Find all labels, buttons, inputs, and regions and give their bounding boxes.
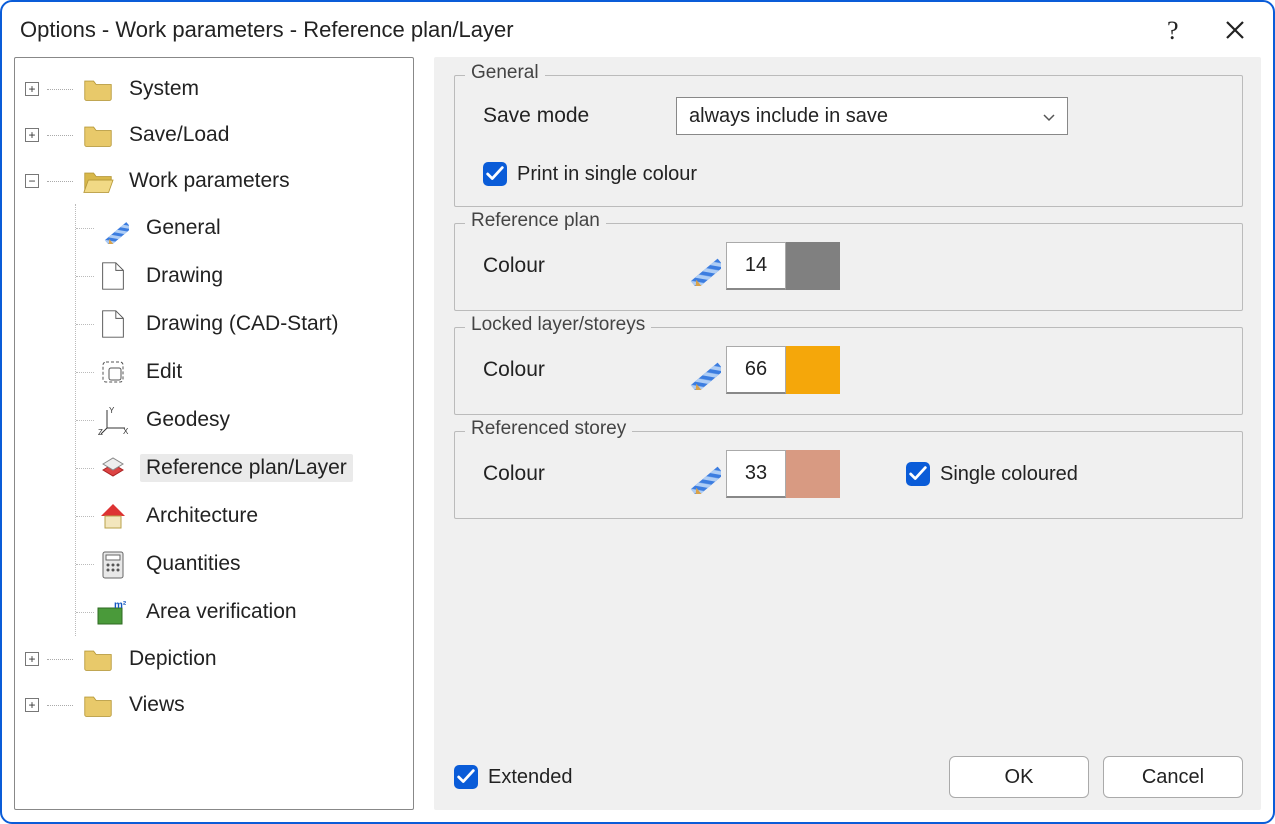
group-legend: Referenced storey — [465, 418, 632, 440]
tree-label: Architecture — [140, 502, 264, 530]
cancel-button[interactable]: Cancel — [1103, 756, 1243, 798]
save-mode-label: Save mode — [483, 104, 658, 128]
group-legend: General — [465, 62, 545, 84]
tree-label: Depiction — [123, 645, 223, 673]
expand-icon[interactable]: + — [25, 82, 39, 96]
colour-index-input[interactable]: 33 — [726, 450, 786, 498]
colour-swatch[interactable] — [786, 346, 840, 394]
tree-label: Views — [123, 691, 191, 719]
folder-icon — [81, 120, 115, 150]
folder-icon — [81, 644, 115, 674]
extended-checkbox[interactable]: Extended — [454, 765, 573, 789]
tree-label: Save/Load — [123, 121, 235, 149]
tree-item-wp-general[interactable]: General — [96, 204, 407, 252]
group-legend: Reference plan — [465, 210, 606, 232]
chevron-down-icon — [1041, 105, 1057, 128]
axes-icon: Y X Z — [96, 405, 130, 435]
checkbox-checked-icon — [906, 462, 930, 486]
tree-item-system[interactable]: + System — [21, 66, 407, 112]
tree-item-wp-edit[interactable]: Edit — [96, 348, 407, 396]
colour-label: Colour — [483, 462, 658, 486]
edit-icon — [96, 357, 130, 387]
settings-panel: General Save mode always include in save… — [434, 57, 1261, 810]
checkbox-label: Print in single colour — [517, 163, 697, 186]
svg-text:Z: Z — [98, 428, 103, 436]
group-locked: Locked layer/storeys Colour 66 — [454, 327, 1243, 415]
tree-item-wp-drawing[interactable]: Drawing — [96, 252, 407, 300]
save-mode-value: always include in save — [689, 105, 888, 128]
colour-swatch[interactable] — [786, 450, 840, 498]
svg-text:X: X — [123, 427, 129, 436]
nav-tree: + System + Save/Load − Work parameters — [14, 57, 414, 810]
tree-label: Reference plan/Layer — [140, 454, 353, 482]
tree-label: Geodesy — [140, 406, 236, 434]
colour-swatch[interactable] — [786, 242, 840, 290]
help-icon[interactable]: ? — [1159, 16, 1187, 44]
window-title: Options - Work parameters - Reference pl… — [20, 17, 1159, 43]
options-dialog: Options - Work parameters - Reference pl… — [0, 0, 1275, 824]
page-icon — [96, 261, 130, 291]
tree-label: General — [140, 214, 227, 242]
tree-label: Work parameters — [123, 167, 296, 195]
single-coloured-checkbox[interactable]: Single coloured — [906, 462, 1078, 486]
save-mode-select[interactable]: always include in save — [676, 97, 1068, 135]
tree-item-depiction[interactable]: + Depiction — [21, 636, 407, 682]
colour-picker-button[interactable] — [676, 242, 726, 290]
group-legend: Locked layer/storeys — [465, 314, 651, 336]
titlebar: Options - Work parameters - Reference pl… — [2, 2, 1273, 57]
checkbox-label: Single coloured — [940, 463, 1078, 486]
tree-item-wp-areaverif[interactable]: m² Area verification — [96, 588, 407, 636]
colour-label: Colour — [483, 358, 658, 382]
colour-picker-button[interactable] — [676, 450, 726, 498]
folder-open-icon — [81, 166, 115, 196]
house-icon — [96, 501, 130, 531]
svg-text:Y: Y — [109, 406, 115, 415]
checkbox-label: Extended — [488, 766, 573, 789]
area-icon: m² — [96, 597, 130, 627]
checkbox-checked-icon — [483, 162, 507, 186]
pencil-icon — [96, 213, 130, 243]
checkbox-checked-icon — [454, 765, 478, 789]
expand-icon[interactable]: + — [25, 652, 39, 666]
tree-item-wp-architecture[interactable]: Architecture — [96, 492, 407, 540]
tree-label: Area verification — [140, 598, 303, 626]
collapse-icon[interactable]: − — [25, 174, 39, 188]
tree-item-workparams[interactable]: − Work parameters — [21, 158, 407, 204]
expand-icon[interactable]: + — [25, 698, 39, 712]
layers-icon — [96, 453, 130, 483]
button-label: Cancel — [1142, 766, 1204, 789]
ok-button[interactable]: OK — [949, 756, 1089, 798]
print-single-colour-checkbox[interactable]: Print in single colour — [483, 162, 1220, 186]
tree-item-wp-quantities[interactable]: Quantities — [96, 540, 407, 588]
tree-label: Edit — [140, 358, 188, 386]
folder-icon — [81, 690, 115, 720]
svg-text:m²: m² — [114, 600, 127, 611]
tree-item-wp-geodesy[interactable]: Y X Z Geodesy — [96, 396, 407, 444]
tree-item-wp-refplan[interactable]: Reference plan/Layer — [96, 444, 407, 492]
group-refstorey: Referenced storey Colour 33 Single colou… — [454, 431, 1243, 519]
colour-label: Colour — [483, 254, 658, 278]
colour-index-input[interactable]: 14 — [726, 242, 786, 290]
tree-label: Quantities — [140, 550, 247, 578]
tree-label: Drawing (CAD-Start) — [140, 310, 345, 338]
calculator-icon — [96, 549, 130, 579]
tree-item-views[interactable]: + Views — [21, 682, 407, 728]
colour-index-input[interactable]: 66 — [726, 346, 786, 394]
svg-text:?: ? — [1167, 17, 1179, 43]
page-icon — [96, 309, 130, 339]
tree-item-saveload[interactable]: + Save/Load — [21, 112, 407, 158]
colour-picker-button[interactable] — [676, 346, 726, 394]
tree-item-wp-drawing-cad[interactable]: Drawing (CAD-Start) — [96, 300, 407, 348]
close-icon[interactable] — [1221, 16, 1249, 44]
tree-label: Drawing — [140, 262, 229, 290]
button-label: OK — [1005, 766, 1034, 789]
group-reference-plan: Reference plan Colour 14 — [454, 223, 1243, 311]
folder-icon — [81, 74, 115, 104]
tree-label: System — [123, 75, 205, 103]
expand-icon[interactable]: + — [25, 128, 39, 142]
group-general: General Save mode always include in save… — [454, 75, 1243, 207]
dialog-footer: Extended OK Cancel — [454, 746, 1243, 798]
